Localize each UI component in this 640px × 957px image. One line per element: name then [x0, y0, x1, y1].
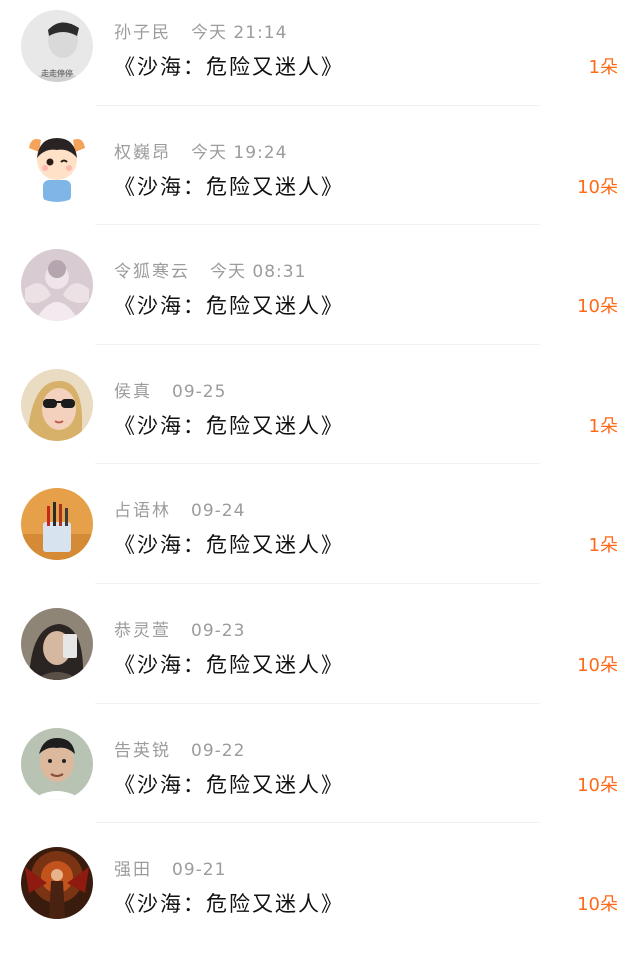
item-meta: 令狐寒云 今天 08:31: [114, 259, 306, 285]
list-item[interactable]: 走走停停 孙子民 今天 21:14 《沙海：危险又迷人》 1朵: [0, 0, 640, 120]
item-meta: 强田 09-21: [114, 857, 226, 883]
book-title[interactable]: 《沙海：危险又迷人》: [114, 650, 344, 680]
timestamp: 09-21: [172, 860, 227, 881]
divider: [95, 702, 540, 704]
list-item[interactable]: 告英锐 09-22 《沙海：危险又迷人》 10朵: [0, 718, 640, 838]
book-title[interactable]: 《沙海：危险又迷人》: [114, 411, 344, 441]
user-name[interactable]: 孙子民: [114, 20, 171, 46]
timestamp: 09-25: [172, 381, 227, 402]
avatar[interactable]: [21, 608, 93, 680]
avatar[interactable]: [21, 368, 93, 441]
list-item[interactable]: 占语林 09-24 《沙海：危险又迷人》 1朵: [0, 478, 640, 598]
avatar[interactable]: [21, 847, 93, 920]
divider: [95, 104, 540, 106]
user-name[interactable]: 令狐寒云: [114, 259, 190, 285]
gift-count: 10朵: [577, 774, 618, 796]
list-item[interactable]: 恭灵萱 09-23 《沙海：危险又迷人》 10朵: [0, 598, 640, 718]
gift-count: 10朵: [577, 894, 618, 916]
book-title[interactable]: 《沙海：危险又迷人》: [114, 52, 344, 82]
avatar-image: [21, 608, 93, 680]
timestamp: 今天 19:24: [191, 142, 288, 163]
item-meta: 侯真 09-25: [114, 379, 226, 405]
avatar-image: [21, 129, 93, 202]
gift-record-list: 走走停停 孙子民 今天 21:14 《沙海：危险又迷人》 1朵 权巍昂 今天 1…: [0, 0, 640, 949]
timestamp: 09-22: [191, 740, 246, 761]
avatar[interactable]: [21, 249, 93, 322]
item-meta: 权巍昂 今天 19:24: [114, 140, 287, 166]
book-title[interactable]: 《沙海：危险又迷人》: [114, 530, 344, 560]
gift-count: 1朵: [588, 57, 618, 78]
book-title[interactable]: 《沙海：危险又迷人》: [114, 291, 344, 321]
divider: [95, 463, 540, 465]
divider: [95, 224, 540, 226]
user-name[interactable]: 侯真: [114, 379, 152, 405]
gift-count: 1朵: [588, 535, 618, 557]
list-item[interactable]: 令狐寒云 今天 08:31 《沙海：危险又迷人》 10朵: [0, 239, 640, 359]
gift-count: 1朵: [588, 415, 618, 437]
book-title[interactable]: 《沙海：危险又迷人》: [114, 889, 344, 919]
user-name[interactable]: 告英锐: [114, 738, 171, 764]
book-title[interactable]: 《沙海：危险又迷人》: [114, 770, 344, 800]
avatar-caption: 走走停停: [41, 68, 73, 78]
avatar-image: [21, 727, 93, 800]
avatar[interactable]: [21, 488, 93, 561]
timestamp: 09-24: [191, 501, 246, 522]
user-name[interactable]: 强田: [114, 857, 152, 883]
gift-count: 10朵: [577, 296, 618, 318]
list-item[interactable]: 强田 09-21 《沙海：危险又迷人》 10朵: [0, 837, 640, 957]
timestamp: 今天 08:31: [210, 262, 307, 283]
avatar-image: [21, 249, 93, 322]
book-title[interactable]: 《沙海：危险又迷人》: [114, 172, 344, 202]
avatar-image: [21, 847, 93, 920]
timestamp: 今天 21:14: [191, 23, 288, 43]
timestamp: 09-23: [191, 621, 246, 641]
list-item[interactable]: 权巍昂 今天 19:24 《沙海：危险又迷人》 10朵: [0, 120, 640, 240]
avatar-image: 走走停停: [21, 10, 93, 82]
item-meta: 孙子民 今天 21:14: [114, 20, 287, 46]
divider: [95, 822, 540, 824]
avatar-image: [21, 368, 93, 441]
user-name[interactable]: 权巍昂: [114, 140, 171, 166]
avatar[interactable]: [21, 727, 93, 800]
item-meta: 恭灵萱 09-23: [114, 618, 245, 644]
gift-count: 10朵: [577, 176, 618, 198]
avatar[interactable]: [21, 129, 93, 202]
item-meta: 占语林 09-24: [114, 498, 245, 524]
list-item[interactable]: 侯真 09-25 《沙海：危险又迷人》 1朵: [0, 359, 640, 479]
user-name[interactable]: 占语林: [114, 498, 171, 524]
avatar-image: [21, 488, 93, 561]
divider: [95, 582, 540, 584]
user-name[interactable]: 恭灵萱: [114, 618, 171, 644]
divider: [95, 343, 540, 345]
item-meta: 告英锐 09-22: [114, 738, 245, 764]
gift-count: 10朵: [577, 655, 618, 676]
avatar[interactable]: 走走停停: [21, 10, 93, 82]
